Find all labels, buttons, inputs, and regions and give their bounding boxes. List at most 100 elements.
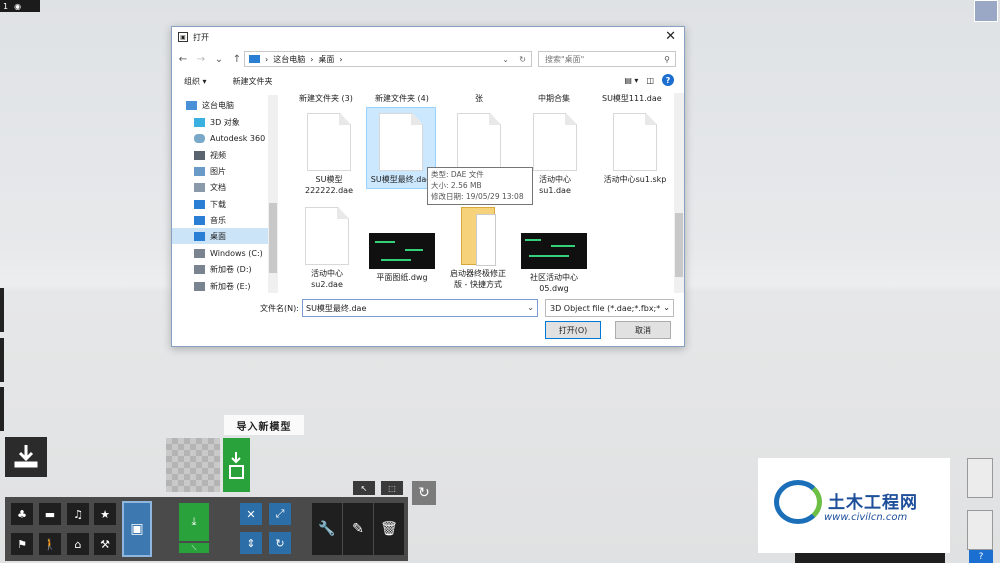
- timeline-bar[interactable]: [795, 553, 945, 563]
- sign-icon[interactable]: ⚑: [11, 533, 33, 555]
- up-arrow-icon[interactable]: ↑: [230, 54, 244, 65]
- breadcrumb-item[interactable]: 这台电脑: [273, 54, 305, 65]
- cube-icon: [194, 117, 205, 127]
- nav-item-drive-c[interactable]: Windows (C:): [194, 245, 263, 261]
- nav-item-downloads[interactable]: 下载: [194, 196, 226, 212]
- back-arrow-icon[interactable]: ←: [176, 54, 190, 65]
- effects-icon[interactable]: ★: [94, 503, 116, 525]
- tooltip-size: 大小: 2.56 MB: [431, 181, 482, 190]
- breadcrumb[interactable]: › 这台电脑 › 桌面 › ⌄ ↻: [244, 51, 532, 67]
- chevron-down-icon[interactable]: ⌄: [502, 55, 509, 64]
- file-item[interactable]: 社区活动中心 05.dwg: [519, 233, 589, 294]
- open-button[interactable]: 打开(O): [545, 321, 601, 339]
- organize-menu[interactable]: 组织 ▾: [184, 76, 207, 87]
- corner-panel-button[interactable]: [974, 0, 998, 22]
- import-model-button[interactable]: ⤓: [179, 503, 209, 541]
- shortcut-folder-icon: [461, 207, 496, 266]
- folder-label[interactable]: 新建文件夹 (3): [299, 93, 353, 104]
- file-icon: [305, 207, 349, 265]
- nav-item-music[interactable]: 音乐: [194, 212, 226, 228]
- refresh-icon[interactable]: ↻: [519, 55, 526, 64]
- help-icon[interactable]: ?: [969, 550, 993, 563]
- nav-item-this-pc[interactable]: 这台电脑: [186, 97, 234, 113]
- file-item-selected[interactable]: SU模型最终.dae: [366, 107, 436, 189]
- import-button[interactable]: [5, 437, 47, 477]
- file-item[interactable]: 平面图纸.dwg: [367, 233, 437, 283]
- file-item[interactable]: [444, 113, 514, 174]
- model-preview-thumbnail[interactable]: [166, 438, 220, 492]
- dialog-title: 打开: [193, 32, 209, 42]
- nav-scrollbar[interactable]: [268, 95, 278, 293]
- scrollbar-thumb[interactable]: [269, 203, 277, 273]
- forward-arrow-icon[interactable]: →: [194, 54, 208, 65]
- file-item[interactable]: 活动中心 su2.dae: [292, 207, 362, 290]
- import-model-green-button[interactable]: [223, 438, 250, 492]
- wrench-icon[interactable]: 🔧: [312, 503, 342, 555]
- import-sub-button[interactable]: ⟍: [179, 543, 209, 553]
- file-item[interactable]: SU模型 222222.dae: [294, 113, 364, 196]
- rotate-icon[interactable]: ↻: [269, 532, 291, 554]
- refresh-icon[interactable]: ↻: [412, 481, 436, 505]
- nav-item-pictures[interactable]: 图片: [194, 163, 226, 179]
- car-icon[interactable]: ▬: [39, 503, 61, 525]
- preview-pane-icon[interactable]: ◫: [646, 76, 654, 85]
- filetype-select[interactable]: 3D Object file (*.dae;*.fbx;*.s ⌄: [545, 299, 674, 317]
- view-mode-icon[interactable]: ▤ ▾: [624, 76, 638, 85]
- nav-item-autodesk-360[interactable]: Autodesk 360: [194, 130, 265, 146]
- nav-item-3d-objects[interactable]: 3D 对象: [194, 114, 240, 130]
- move-icon[interactable]: ✕: [240, 503, 262, 525]
- select-arrow-icon[interactable]: ↖: [353, 481, 375, 495]
- file-icon: [533, 113, 577, 171]
- right-toolbar: ?: [945, 458, 1000, 563]
- save-icon[interactable]: [967, 510, 993, 550]
- watermark-url: www.civilcn.com: [824, 512, 908, 523]
- box-select-icon[interactable]: ⬚: [381, 481, 403, 495]
- file-item[interactable]: 活动中心su1.skp: [597, 113, 673, 185]
- folder-label[interactable]: 新建文件夹 (4): [375, 93, 429, 104]
- left-edge-tab[interactable]: [0, 387, 4, 431]
- file-item[interactable]: 启动器终极修正 版 - 快捷方式: [443, 207, 513, 290]
- music-icon[interactable]: ♫: [67, 503, 89, 525]
- recent-chevron-icon[interactable]: ⌄: [212, 54, 226, 65]
- drive-icon: [194, 264, 205, 274]
- nav-item-desktop[interactable]: 桌面: [172, 228, 268, 244]
- chevron-down-icon[interactable]: ⌄: [527, 303, 534, 312]
- dwg-thumbnail: [369, 233, 435, 269]
- dwg-thumbnail: [521, 233, 587, 269]
- folder-label[interactable]: SU模型111.dae: [602, 93, 662, 104]
- command-bar: 组织 ▾ 新建文件夹 ▤ ▾ ◫ ?: [172, 73, 684, 89]
- file-icon: [307, 113, 351, 171]
- file-tooltip: 类型: DAE 文件 大小: 2.56 MB 修改日期: 19/05/29 13…: [427, 167, 533, 205]
- house-icon[interactable]: ⌂: [67, 533, 89, 555]
- cancel-button[interactable]: 取消: [615, 321, 671, 339]
- drive-icon: [194, 281, 205, 291]
- excavator-icon[interactable]: [967, 458, 993, 498]
- trash-icon[interactable]: 🗑: [374, 503, 404, 555]
- search-input[interactable]: 搜索"桌面" ⚲: [538, 51, 676, 67]
- help-icon[interactable]: ?: [662, 74, 674, 86]
- filename-input[interactable]: SU模型最终.dae ⌄: [302, 299, 538, 317]
- nav-item-drive-d[interactable]: 新加卷 (D:): [194, 261, 252, 277]
- folder-label[interactable]: 中期合集: [538, 93, 570, 104]
- breadcrumb-item[interactable]: 桌面: [318, 54, 334, 65]
- folder-label[interactable]: 张: [475, 93, 483, 104]
- nav-item-drive-e[interactable]: 新加卷 (E:): [194, 278, 251, 294]
- nav-item-documents[interactable]: 文档: [194, 179, 226, 195]
- view-indicator[interactable]: 1 ◉: [0, 0, 40, 12]
- material-bucket-button[interactable]: ▣: [122, 501, 152, 557]
- left-edge-tab[interactable]: [0, 288, 4, 332]
- new-folder-button[interactable]: 新建文件夹: [233, 76, 273, 87]
- nav-item-videos[interactable]: 视频: [194, 147, 226, 163]
- scrollbar-thumb[interactable]: [675, 213, 683, 277]
- person-icon[interactable]: 🚶: [39, 533, 61, 555]
- close-icon[interactable]: ✕: [665, 29, 676, 44]
- file-scrollbar[interactable]: [674, 93, 684, 293]
- globe-logo-icon: [774, 480, 822, 524]
- open-file-dialog: ▣ 打开 ✕ ← → ⌄ ↑ › 这台电脑 › 桌面 › ⌄ ↻ 搜索"桌面" …: [171, 26, 685, 347]
- scale-icon[interactable]: ⤢: [269, 503, 291, 525]
- pencil-icon[interactable]: ✎: [343, 503, 373, 555]
- tools-icon[interactable]: ⚒: [94, 533, 116, 555]
- left-edge-tab[interactable]: [0, 338, 4, 382]
- height-icon[interactable]: ⇕: [240, 532, 262, 554]
- tree-icon[interactable]: ♣: [11, 503, 33, 525]
